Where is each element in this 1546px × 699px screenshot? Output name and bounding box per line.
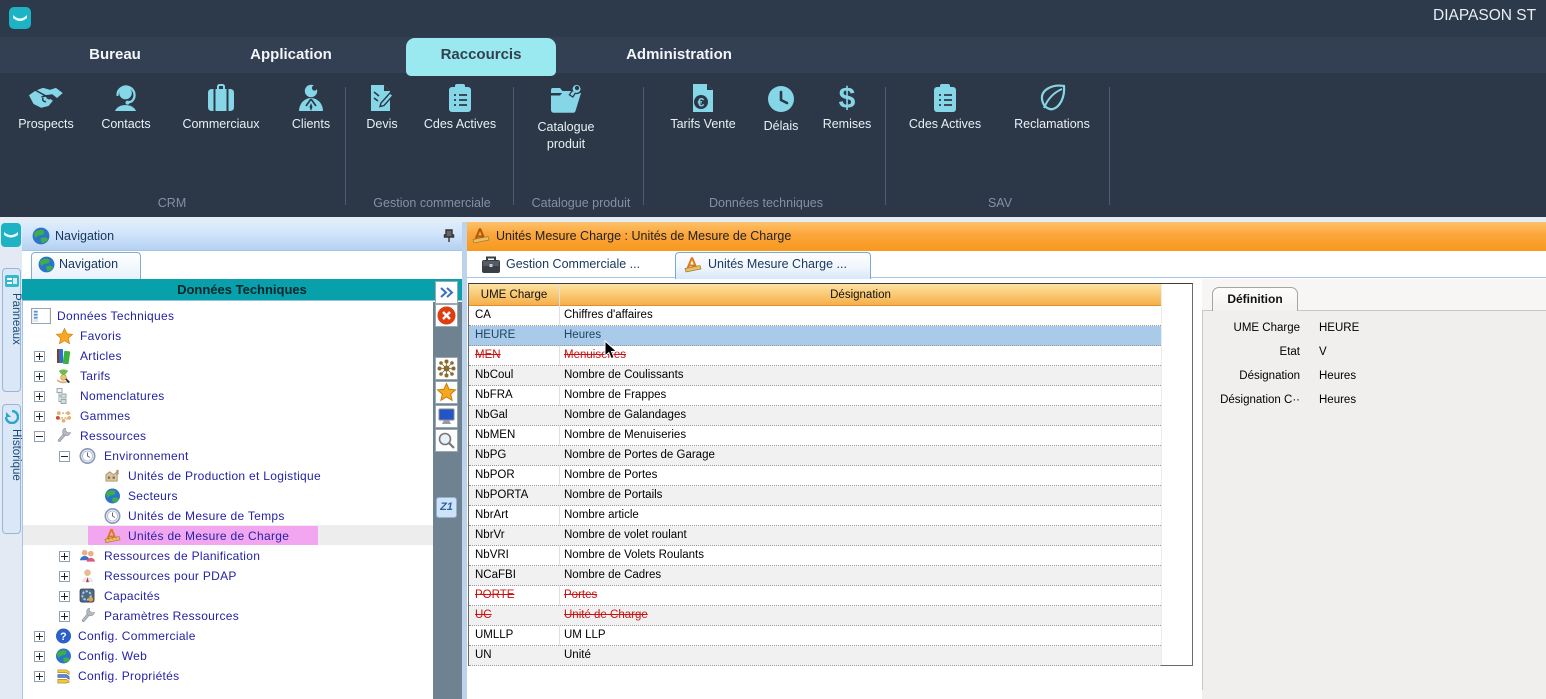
svg-text:€: € [698,96,705,110]
svg-text:$: $ [839,83,856,113]
svg-text:?: ? [60,631,67,643]
